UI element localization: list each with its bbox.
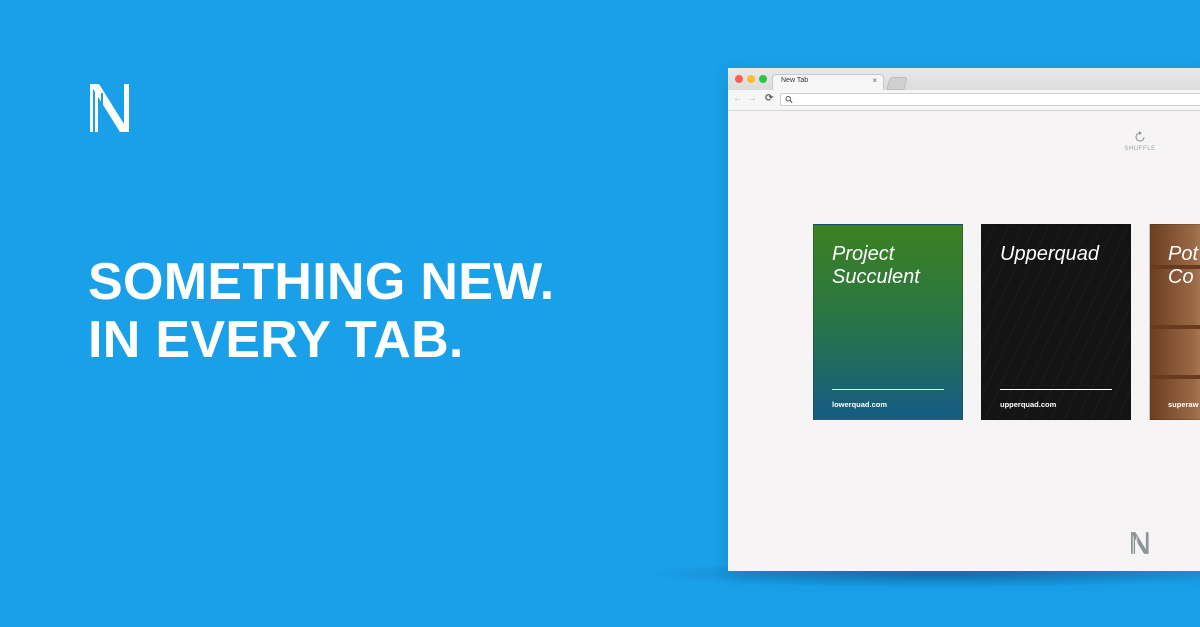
card-title-line-1: Upperquad [1000, 243, 1099, 265]
minimize-window-button[interactable] [747, 75, 755, 83]
maximize-window-button[interactable] [759, 75, 767, 83]
site-card-project-succulent[interactable]: Project Succulent lowerquad.com [813, 224, 963, 420]
card-title-line-2: Succulent [832, 266, 920, 288]
shelf [1150, 325, 1200, 329]
new-tab-button[interactable] [886, 77, 908, 90]
address-bar[interactable] [780, 93, 1200, 106]
shuffle-label: SHUFFLE [1124, 146, 1156, 152]
card-domain: lowerquad.com [832, 400, 888, 409]
tab-title: New Tab [781, 77, 809, 84]
n-logo-icon [90, 84, 129, 132]
card-title-line-1: Pot [1168, 243, 1199, 265]
browser-titlebar: New Tab × [728, 68, 1200, 90]
headline-line-1: SOMETHING NEW. [88, 253, 555, 311]
shuffle-button[interactable]: SHUFFLE [1120, 130, 1160, 152]
back-arrow-icon[interactable]: ← [733, 93, 743, 105]
card-divider [1000, 389, 1112, 390]
headline: SOMETHING NEW. IN EVERY TAB. [88, 253, 554, 369]
card-divider [832, 389, 944, 390]
card-title-line-1: Project [832, 243, 895, 265]
browser-window: New Tab × ← → ⟳ SHUFFLE Project Succulen… [728, 68, 1200, 571]
browser-tab[interactable]: New Tab × [772, 74, 884, 90]
headline-line-2: IN EVERY TAB. [88, 311, 464, 369]
shelf [1150, 375, 1200, 379]
search-icon [785, 95, 793, 104]
n-logo-icon [1131, 532, 1149, 554]
browser-toolbar: ← → ⟳ [728, 90, 1200, 111]
card-title: Project Succulent [832, 243, 962, 289]
reload-icon[interactable]: ⟳ [765, 93, 773, 105]
close-window-button[interactable] [735, 75, 743, 83]
refresh-icon [1135, 131, 1145, 142]
card-domain: superaw [1168, 400, 1199, 409]
site-card-partial[interactable]: Pot Co superaw [1149, 224, 1200, 420]
close-icon[interactable]: × [872, 76, 877, 85]
site-card-upperquad[interactable]: Upperquad upperquad.com [981, 224, 1131, 420]
card-title-line-2: Co [1168, 266, 1194, 288]
forward-arrow-icon[interactable]: → [747, 93, 757, 105]
card-title: Pot Co [1168, 243, 1200, 289]
card-domain: upperquad.com [1000, 400, 1057, 409]
card-title: Upperquad [1000, 243, 1130, 266]
